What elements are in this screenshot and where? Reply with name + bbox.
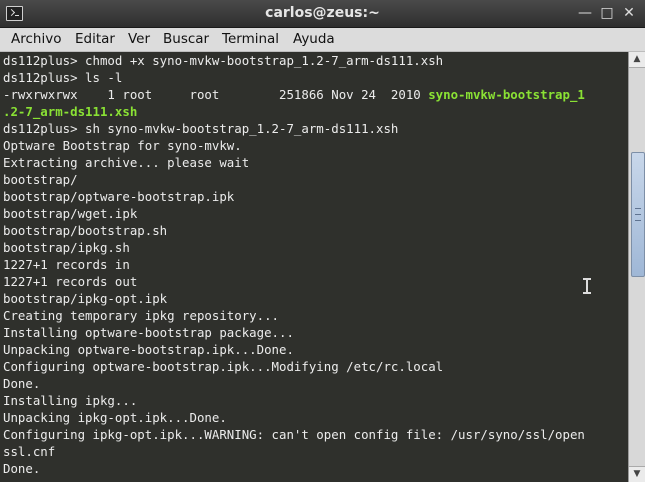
terminal-line: -rwxrwxrwx 1 root root 251866 Nov 24 201… xyxy=(3,86,585,103)
terminal-line: bootstrap/bootstrap.sh xyxy=(3,223,168,238)
terminal-line: bootstrap/ipkg-opt.ipk xyxy=(3,291,168,306)
menu-editar[interactable]: Editar xyxy=(72,30,118,48)
menu-archivo[interactable]: Archivo xyxy=(8,30,64,48)
arrow-up-icon[interactable]: ▲ xyxy=(629,52,645,68)
terminal-line: Done. xyxy=(3,376,41,391)
menu-ayuda[interactable]: Ayuda xyxy=(290,30,338,48)
terminal-line: ds112plus> ls -l xyxy=(3,70,123,85)
terminal-line: bootstrap/wget.ipk xyxy=(3,206,138,221)
terminal-line: 1227+1 records in xyxy=(3,257,130,272)
terminal-line: Creating temporary ipkg repository... xyxy=(3,308,280,323)
vertical-scrollbar[interactable]: ▲ ▼ xyxy=(628,52,645,482)
scroll-grip xyxy=(635,214,641,216)
terminal-line: Optware Bootstrap for syno-mvkw. xyxy=(3,138,242,153)
terminal-line: ssl.cnf xyxy=(3,444,56,459)
terminal-output[interactable]: ds112plus> chmod +x syno-mvkw-bootstrap_… xyxy=(0,52,628,482)
menu-ver[interactable]: Ver xyxy=(125,30,153,48)
terminal-line: Configuring ipkg-opt.ipk...WARNING: can'… xyxy=(3,427,585,442)
terminal-line: Unpacking ipkg-opt.ipk...Done. xyxy=(3,410,227,425)
title-bar[interactable]: carlos@zeus:~ — □ ✕ xyxy=(0,0,645,28)
arrow-down-icon[interactable]: ▼ xyxy=(629,466,645,482)
minimize-button[interactable]: — xyxy=(576,4,594,22)
terminal-line: Done. xyxy=(3,461,41,476)
terminal-line: ds112plus> sh syno-mvkw-bootstrap_1.2-7_… xyxy=(3,121,399,136)
terminal-line: bootstrap/ipkg.sh xyxy=(3,240,130,255)
terminal-line: bootstrap/ xyxy=(3,172,78,187)
maximize-button[interactable]: □ xyxy=(598,4,616,22)
menu-buscar[interactable]: Buscar xyxy=(160,30,212,48)
terminal-window: carlos@zeus:~ — □ ✕ Archivo Editar Ver B… xyxy=(0,0,645,482)
scroll-grip xyxy=(635,208,641,210)
terminal-line: Installing ipkg... xyxy=(3,393,138,408)
menu-bar: Archivo Editar Ver Buscar Terminal Ayuda xyxy=(0,28,645,52)
terminal-line: ds112plus> chmod +x syno-mvkw-bootstrap_… xyxy=(3,53,444,68)
terminal-line: Configuring optware-bootstrap.ipk...Modi… xyxy=(3,359,444,374)
window-title: carlos@zeus:~ xyxy=(265,5,380,21)
scrollbar-thumb[interactable] xyxy=(631,151,645,277)
executable-filename: syno-mvkw-bootstrap_1 xyxy=(428,87,585,102)
menu-terminal[interactable]: Terminal xyxy=(219,30,282,48)
terminal-line: Unpacking optware-bootstrap.ipk...Done. xyxy=(3,342,294,357)
text-cursor-icon xyxy=(583,278,591,294)
terminal-line: bootstrap/optware-bootstrap.ipk xyxy=(3,189,235,204)
ls-output-prefix: -rwxrwxrwx 1 root root 251866 Nov 24 201… xyxy=(3,87,429,102)
executable-filename-continued: .2-7_arm-ds111.xsh xyxy=(3,104,138,119)
terminal-line: Extracting archive... please wait xyxy=(3,155,250,170)
scroll-grip xyxy=(635,220,641,222)
terminal-line: 1227+1 records out xyxy=(3,274,138,289)
terminal-line: Installing optware-bootstrap package... xyxy=(3,325,294,340)
close-button[interactable]: ✕ xyxy=(620,4,638,22)
